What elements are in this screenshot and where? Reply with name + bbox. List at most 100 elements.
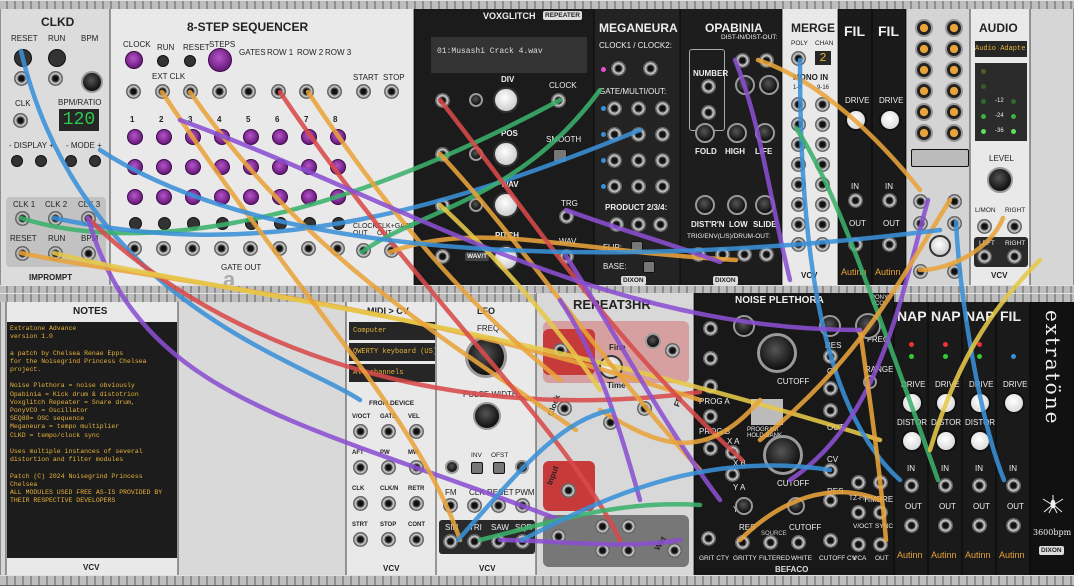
mono-in-jack[interactable] <box>791 217 806 232</box>
notes-text[interactable]: Extratone Advance version 1.0 a patch by… <box>7 322 177 558</box>
rep-jack-3[interactable] <box>637 401 652 416</box>
cutoff-knob-b[interactable] <box>763 435 803 475</box>
xa-jack[interactable] <box>703 441 718 456</box>
step-knob[interactable] <box>156 129 172 145</box>
step-knob[interactable] <box>330 129 346 145</box>
gate-jack[interactable] <box>607 127 622 142</box>
prog-b-jack[interactable] <box>703 409 718 424</box>
gritty-jack[interactable] <box>735 535 750 550</box>
gate-button[interactable] <box>274 217 287 230</box>
clock2-jack[interactable] <box>643 61 658 76</box>
ofst-switch[interactable] <box>493 462 505 474</box>
midi-out-jack[interactable] <box>381 532 396 547</box>
run-out-jack[interactable] <box>48 246 63 261</box>
out-jack[interactable] <box>655 153 670 168</box>
step-knob[interactable] <box>272 129 288 145</box>
np-knob-1[interactable] <box>733 315 755 337</box>
reset-button[interactable] <box>184 55 196 67</box>
clock-in-jack[interactable] <box>551 93 566 108</box>
row2-out-jack[interactable] <box>299 84 314 99</box>
fine-cv-jack[interactable] <box>553 343 568 358</box>
step-knob[interactable] <box>214 159 230 175</box>
util-jack-3[interactable] <box>913 216 928 231</box>
nap1-distort-knob[interactable] <box>901 430 923 452</box>
base-switch[interactable] <box>643 261 655 273</box>
mono-in-jack[interactable] <box>791 237 806 252</box>
product3-jack[interactable] <box>631 217 646 232</box>
run-button[interactable] <box>157 55 169 67</box>
midi-out-jack[interactable] <box>353 424 368 439</box>
fil1-in-jack[interactable] <box>848 193 863 208</box>
fine-knob[interactable] <box>645 333 661 349</box>
util-knob[interactable] <box>945 40 963 58</box>
util-knob[interactable] <box>915 103 933 121</box>
util-knob[interactable] <box>945 82 963 100</box>
step-knob[interactable] <box>156 189 172 205</box>
step-knob[interactable] <box>156 159 172 175</box>
white-jack[interactable] <box>791 535 806 550</box>
step-knob[interactable] <box>243 189 259 205</box>
fil3-drive-knob[interactable] <box>1003 392 1025 414</box>
fold-knob[interactable] <box>695 123 715 143</box>
nap2-distort-knob[interactable] <box>935 430 957 452</box>
step-knob[interactable] <box>330 189 346 205</box>
reset-jack[interactable] <box>14 71 29 86</box>
tri-jack[interactable] <box>467 534 482 549</box>
attenuator-2[interactable] <box>515 460 529 474</box>
number-jack[interactable] <box>701 79 716 94</box>
gate-out-jack[interactable] <box>330 241 345 256</box>
div-attenuator[interactable] <box>469 93 483 107</box>
out-jack-5[interactable] <box>621 543 636 558</box>
gate-jack[interactable] <box>607 101 622 116</box>
util-knob[interactable] <box>915 19 933 37</box>
gate-button[interactable] <box>158 217 171 230</box>
env-l-jack[interactable] <box>715 247 730 262</box>
run-jack[interactable] <box>48 71 63 86</box>
start-jack[interactable] <box>356 84 371 99</box>
inv-switch[interactable] <box>471 462 483 474</box>
cutoff-knob-a[interactable] <box>757 333 797 373</box>
midi-out-jack[interactable] <box>409 496 424 511</box>
multi-jack[interactable] <box>631 127 646 142</box>
xb-jack[interactable] <box>725 445 740 460</box>
row3-out-jack[interactable] <box>327 84 342 99</box>
step-knob[interactable] <box>301 189 317 205</box>
nap1-in-jack[interactable] <box>904 478 919 493</box>
out-jack-2[interactable] <box>595 519 610 534</box>
trg-out-jack[interactable] <box>559 209 574 224</box>
out-jack[interactable] <box>655 127 670 142</box>
util-knob[interactable] <box>915 61 933 79</box>
clock-out-jack[interactable] <box>356 243 371 258</box>
mono-in-jack[interactable] <box>791 177 806 192</box>
reset-jack[interactable] <box>491 498 506 513</box>
midi-out-jack[interactable] <box>409 460 424 475</box>
gate-button[interactable] <box>216 217 229 230</box>
run-button[interactable] <box>48 49 66 67</box>
bpm-out-jack[interactable] <box>81 246 96 261</box>
pwm-jack[interactable] <box>515 498 530 513</box>
step-knob[interactable] <box>243 129 259 145</box>
sin-jack[interactable] <box>443 534 458 549</box>
midi-out-jack[interactable] <box>353 532 368 547</box>
multi-jack[interactable] <box>631 179 646 194</box>
number-knob[interactable] <box>735 75 755 95</box>
out-a-jack[interactable] <box>823 381 838 396</box>
sqr-jack[interactable] <box>515 534 530 549</box>
gate-out-jack[interactable] <box>127 241 142 256</box>
nap2-drive-knob[interactable] <box>935 392 957 414</box>
mono-in-jack[interactable] <box>815 237 830 252</box>
left-out-jack[interactable] <box>977 249 992 264</box>
pulse-width-knob[interactable] <box>473 402 501 430</box>
display-down-button[interactable] <box>11 155 23 167</box>
clk2-out-jack[interactable] <box>48 211 63 226</box>
fil1-out-jack[interactable] <box>848 237 863 252</box>
step-knob[interactable] <box>214 129 230 145</box>
level-knob[interactable] <box>987 167 1013 193</box>
product2-jack[interactable] <box>609 217 624 232</box>
timbre-jack[interactable] <box>873 475 888 490</box>
util-knob[interactable] <box>945 103 963 121</box>
util-jack-6[interactable] <box>947 264 962 279</box>
wav-knob[interactable] <box>493 192 519 218</box>
util-jack-2[interactable] <box>947 194 962 209</box>
nap3-in-jack[interactable] <box>972 478 987 493</box>
